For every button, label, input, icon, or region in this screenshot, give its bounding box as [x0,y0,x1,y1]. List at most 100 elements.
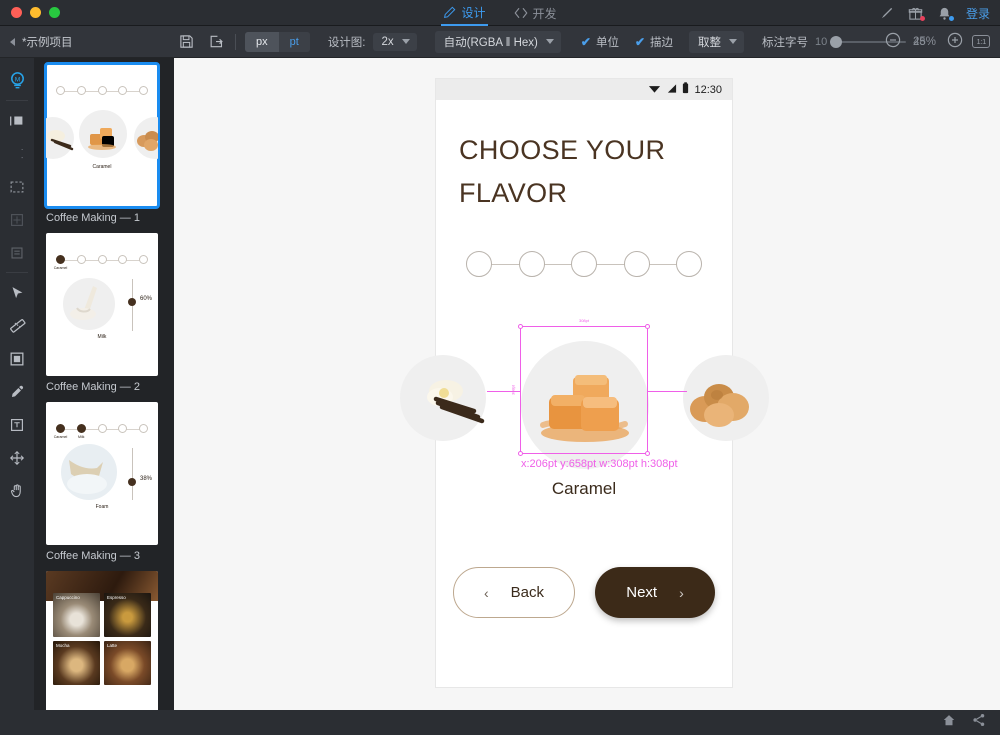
title-bar-actions: 登录 [879,0,990,26]
checkbox-units[interactable]: ✔ 单位 [581,34,619,50]
mini-step: Caramel [54,255,67,270]
mini-step [76,255,86,264]
list-item[interactable]: Caramel Milk 38% Foam Coffee Making — 3 [34,402,174,562]
mini-step [97,255,107,264]
crosshair-icon[interactable] [0,441,34,474]
design-canvas[interactable]: 12:30 CHOOSE YOUR FLAVOR Caramel ‹ Back … [174,58,1000,710]
navigation-buttons: ‹ Back Next › [436,567,732,618]
list-item[interactable]: Cappuccino Espresso Mocha Latte Home [34,571,174,731]
unit-option-pt[interactable]: pt [278,31,310,52]
artboard-label: Coffee Making — 2 [46,381,140,393]
window-controls [0,7,60,18]
check-icon: ✔ [634,34,646,49]
step-dot[interactable] [571,251,597,277]
page-title: CHOOSE YOUR FLAVOR [459,129,665,215]
tab-design-label: 设计 [461,5,486,20]
selection-guide-right [647,391,687,392]
home-grid: Cappuccino Espresso Mocha Latte [53,593,151,685]
font-size-min: 10 [815,35,828,48]
rail-divider [6,100,28,101]
next-button[interactable]: Next › [595,567,715,618]
rounding-dropdown[interactable]: 取整 [689,30,745,53]
text-icon[interactable] [0,137,34,170]
bell-icon[interactable] [937,5,954,21]
mini-step [139,255,148,264]
check-icon: ✔ [580,34,591,49]
chevron-down-icon [545,39,554,44]
mini-percent: 60% [140,296,153,302]
step-dot[interactable] [518,251,545,277]
text-box-icon[interactable] [0,408,34,441]
gift-badge [919,16,925,21]
share-icon[interactable] [972,713,986,732]
hand-icon[interactable] [0,474,34,507]
flavor-option-vanilla[interactable] [400,355,486,441]
eyedropper-icon[interactable] [0,375,34,408]
gift-icon[interactable] [908,5,925,21]
close-window-button[interactable] [11,7,22,18]
title-bar: 设计 开发 登录 [0,0,1000,26]
unit-option-px[interactable]: px [245,31,279,52]
save-icon[interactable] [176,32,196,52]
color-format-dropdown[interactable]: 自动(RGBA ‖ Hex) [434,30,561,53]
resize-handle-top-left[interactable] [518,324,523,329]
artboard-label: Coffee Making — 3 [46,550,140,562]
resize-handle-bottom-right[interactable] [645,451,650,456]
signal-icon [666,81,677,99]
maximize-window-button[interactable] [49,7,60,18]
mini-step [118,424,128,433]
zoom-controls: 25% 1:1 [885,32,990,51]
design-scale-dropdown[interactable]: 2x [372,32,417,51]
minimize-window-button[interactable] [30,7,41,18]
list-item[interactable]: Caramel Coffee Making — 1 [34,62,174,224]
zoom-in-button[interactable] [947,32,963,51]
slider-knob[interactable] [830,35,843,48]
login-link[interactable]: 登录 [966,5,990,22]
resize-handle-bottom-left[interactable] [518,451,523,456]
zoom-out-button[interactable] [885,32,901,51]
pen-tool-icon[interactable] [879,5,895,21]
design-scale-value: 2x [381,35,394,48]
checkbox-stroke[interactable]: ✔ 描边 [635,34,673,50]
artboard-thumbnail[interactable]: Caramel [44,62,160,209]
tab-develop[interactable]: 开发 [512,0,559,26]
selection-measurements: x:206pt y:658pt w:308pt h:308pt [521,458,678,470]
step-indicator [466,251,702,277]
home-icon[interactable] [942,713,956,732]
list-icon[interactable] [0,236,34,269]
design-scale-label: 设计图: [327,36,366,49]
mini-product-milk [63,278,115,330]
step-dot[interactable] [466,251,492,277]
artboard-list-panel[interactable]: Caramel Coffee Making — 1 Caramel 60% Mi… [34,58,174,735]
tab-design[interactable]: 设计 [441,0,488,26]
mode-tabs: 设计 开发 [0,0,1000,26]
grid-icon[interactable] [0,203,34,236]
zoom-actual-size-button[interactable]: 1:1 [972,35,990,48]
ruler-icon[interactable] [0,309,34,342]
pen-icon [443,6,456,19]
marquee-icon[interactable] [0,170,34,203]
device-status-bar: 12:30 [436,79,732,100]
unit-segmented-control[interactable]: px pt [245,31,310,52]
cursor-icon[interactable] [0,276,34,309]
mini-flavor-hazelnut [134,117,158,159]
step-dot[interactable] [623,251,650,277]
measure-spacing-icon[interactable] [0,104,34,137]
checkbox-units-label: 单位 [595,36,619,49]
artboard-thumbnail[interactable]: Cappuccino Espresso Mocha Latte [46,571,158,714]
mini-slider-knob [128,298,136,306]
resize-handle-top-right[interactable] [645,324,650,329]
logo-icon[interactable]: M [0,64,34,97]
list-item[interactable]: Caramel 60% Milk Coffee Making — 2 [34,233,174,393]
export-icon[interactable] [206,32,226,52]
back-button[interactable]: ‹ Back [453,567,575,618]
artboard-thumbnail[interactable]: Caramel Milk 38% Foam [46,402,158,545]
step-dot[interactable] [676,251,702,277]
flavor-option-hazelnut[interactable] [683,355,769,441]
mini-product-foam [61,444,117,500]
layer-icon[interactable] [0,342,34,375]
selection-box[interactable]: 308pt 308pt x:206pt y:658pt w:308pt h:30… [487,318,687,470]
project-selector[interactable]: *示例项目 [0,34,176,50]
artboard-thumbnail[interactable]: Caramel 60% Milk [46,233,158,376]
project-name: *示例项目 [22,36,73,49]
